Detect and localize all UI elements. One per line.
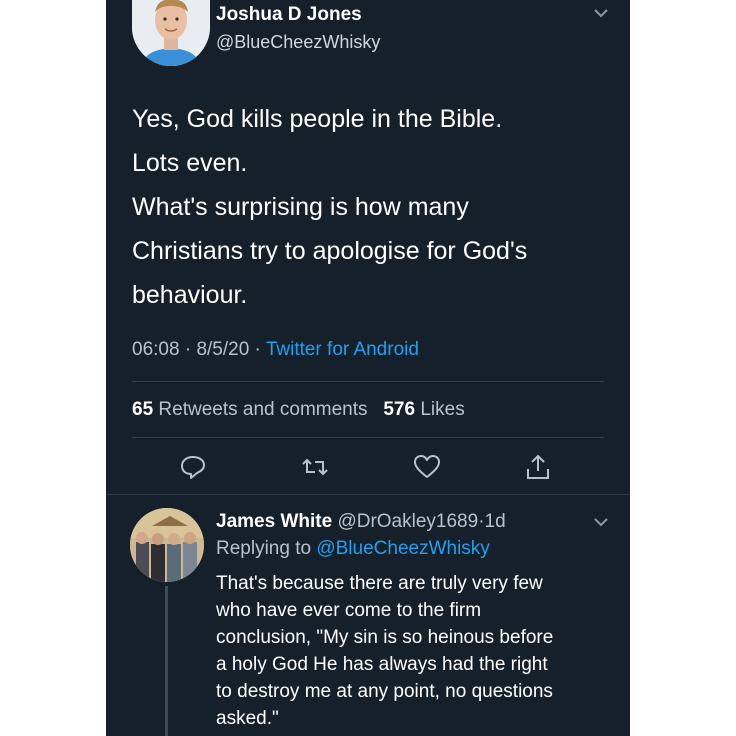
retweets-stat[interactable]: 65 Retweets and comments — [132, 399, 368, 420]
reply-icon[interactable] — [178, 452, 208, 482]
reply-author-name[interactable]: James White — [216, 511, 332, 532]
reply-line: conclusion, "My sin is so heinous before — [216, 627, 554, 648]
reply-age: 1d — [484, 511, 506, 532]
reply-line: to destroy me at any point, no questions — [216, 681, 553, 702]
tweet-line: What's surprising is how many — [132, 193, 469, 221]
reply-line: who have ever come to the firm — [216, 600, 482, 621]
tweet-line: behaviour. — [132, 281, 248, 309]
separator-dot: · — [184, 339, 197, 360]
reply-author-handle[interactable]: @DrOakley1689 — [337, 511, 478, 532]
tweet-time: 06:08 — [132, 339, 180, 360]
reply-line: a holy God He has always had the right — [216, 654, 548, 675]
tweet-source-link[interactable]: Twitter for Android — [266, 339, 419, 360]
tweet-panel: Joshua D Jones @BlueCheezWhisky Yes, God… — [106, 0, 630, 736]
divider — [132, 381, 604, 382]
separator-dot: · — [254, 339, 266, 360]
chevron-down-icon[interactable] — [593, 516, 609, 528]
replying-handle-link[interactable]: @BlueCheezWhisky — [316, 538, 489, 559]
reply-line: asked." — [216, 708, 279, 729]
retweets-label: Retweets and comments — [158, 399, 368, 420]
reply-text: That's because there are truly very few … — [216, 570, 616, 732]
author-handle[interactable]: @BlueCheezWhisky — [216, 32, 380, 53]
reply-header: James White @DrOakley1689·1d — [216, 511, 506, 533]
tweet-text: Yes, God kills people in the Bible. Lots… — [132, 97, 612, 317]
tweet-date: 8/5/20 — [196, 339, 250, 360]
retweet-icon[interactable] — [300, 452, 330, 482]
likes-stat[interactable]: 576 Likes — [383, 399, 464, 420]
share-icon[interactable] — [523, 452, 553, 482]
tweet-meta: 06:08 · 8/5/20 · Twitter for Android — [132, 339, 419, 361]
tweet-stats: 65 Retweets and comments 576 Likes — [132, 399, 465, 421]
author-avatar[interactable] — [132, 0, 210, 66]
reply-author-avatar[interactable] — [130, 508, 204, 582]
retweets-count: 65 — [132, 399, 154, 420]
likes-label: Likes — [420, 399, 465, 420]
reply-line: That's because there are truly very few — [216, 573, 543, 594]
divider — [132, 437, 604, 438]
author-name[interactable]: Joshua D Jones — [216, 4, 362, 26]
tweet-line: Yes, God kills people in the Bible. — [132, 105, 503, 133]
like-icon[interactable] — [412, 452, 442, 482]
replying-label: Replying to — [216, 538, 312, 559]
likes-count: 576 — [383, 399, 416, 420]
divider — [106, 494, 630, 495]
tweet-line: Lots even. — [132, 149, 248, 177]
chevron-down-icon[interactable] — [593, 7, 609, 19]
thread-line — [165, 586, 168, 736]
replying-to: Replying to @BlueCheezWhisky — [216, 538, 490, 560]
tweet-line: Christians try to apologise for God's — [132, 237, 528, 265]
